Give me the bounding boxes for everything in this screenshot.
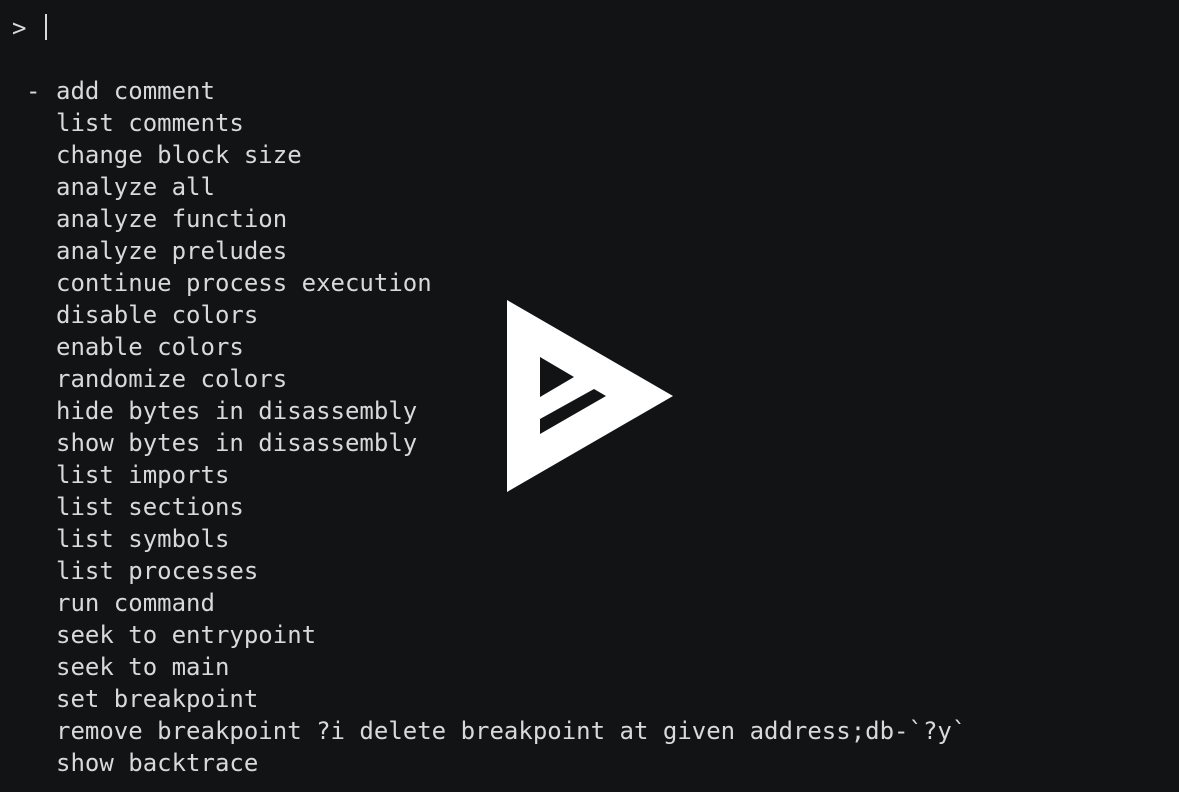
menu-item[interactable]: show backtrace bbox=[26, 747, 966, 779]
menu-item[interactable]: - add comment bbox=[26, 75, 966, 107]
menu-item[interactable]: analyze preludes bbox=[26, 235, 966, 267]
selection-marker bbox=[26, 619, 56, 651]
menu-item-label: set breakpoint bbox=[56, 685, 259, 713]
selection-marker bbox=[26, 139, 56, 171]
selection-marker bbox=[26, 299, 56, 331]
command-menu: - add comment list comments change block si… bbox=[26, 75, 966, 779]
menu-item[interactable]: seek to entrypoint bbox=[26, 619, 966, 651]
selection-marker bbox=[26, 331, 56, 363]
selection-marker bbox=[26, 427, 56, 459]
prompt-line[interactable]: > bbox=[12, 12, 47, 44]
text-cursor bbox=[44, 14, 47, 40]
menu-item-label: list processes bbox=[56, 557, 259, 585]
menu-item[interactable]: analyze all bbox=[26, 171, 966, 203]
menu-item[interactable]: show bytes in disassembly bbox=[26, 427, 966, 459]
selection-marker bbox=[26, 107, 56, 139]
menu-item[interactable]: hide bytes in disassembly bbox=[26, 395, 966, 427]
menu-item[interactable]: run command bbox=[26, 587, 966, 619]
menu-item[interactable]: set breakpoint bbox=[26, 683, 966, 715]
terminal-screen[interactable]: > - add comment list comments change block … bbox=[0, 0, 1179, 792]
selection-marker bbox=[26, 651, 56, 683]
menu-item-label: analyze all bbox=[56, 173, 215, 201]
menu-item-label: randomize colors bbox=[56, 365, 288, 393]
menu-item-label: run command bbox=[56, 589, 215, 617]
menu-item[interactable]: list imports bbox=[26, 459, 966, 491]
menu-item[interactable]: list processes bbox=[26, 555, 966, 587]
selection-marker bbox=[26, 523, 56, 555]
selection-marker bbox=[26, 235, 56, 267]
selection-marker bbox=[26, 491, 56, 523]
menu-item-label: show bytes in disassembly bbox=[56, 429, 418, 457]
selection-marker bbox=[26, 203, 56, 235]
menu-item[interactable]: enable colors bbox=[26, 331, 966, 363]
selection-marker bbox=[26, 459, 56, 491]
menu-item[interactable]: disable colors bbox=[26, 299, 966, 331]
menu-item-label: change block size bbox=[56, 141, 302, 169]
play-button[interactable] bbox=[506, 299, 674, 493]
menu-item-label: hide bytes in disassembly bbox=[56, 397, 418, 425]
menu-item[interactable]: remove breakpoint ?i delete breakpoint a… bbox=[26, 715, 966, 747]
menu-item-label: analyze preludes bbox=[56, 237, 288, 265]
selection-marker bbox=[26, 395, 56, 427]
menu-item-label: add comment bbox=[56, 77, 215, 105]
menu-item[interactable]: randomize colors bbox=[26, 363, 966, 395]
selection-marker bbox=[26, 267, 56, 299]
selection-marker bbox=[26, 715, 56, 747]
menu-item[interactable]: continue process execution bbox=[26, 267, 966, 299]
selection-marker bbox=[26, 171, 56, 203]
menu-item-label: enable colors bbox=[56, 333, 244, 361]
menu-item-label: show backtrace bbox=[56, 749, 259, 777]
menu-item-label: list comments bbox=[56, 109, 244, 137]
menu-item-label: seek to main bbox=[56, 653, 230, 681]
menu-item[interactable]: list sections bbox=[26, 491, 966, 523]
menu-item-label: disable colors bbox=[56, 301, 259, 329]
selection-marker bbox=[26, 363, 56, 395]
prompt-symbol: > bbox=[12, 14, 27, 42]
menu-item[interactable]: analyze function bbox=[26, 203, 966, 235]
selection-marker bbox=[26, 683, 56, 715]
menu-item-label: continue process execution bbox=[56, 269, 432, 297]
menu-item-label: analyze function bbox=[56, 205, 288, 233]
selection-marker bbox=[26, 747, 56, 779]
menu-item[interactable]: seek to main bbox=[26, 651, 966, 683]
asciinema-play-icon bbox=[507, 300, 673, 492]
selection-marker bbox=[26, 587, 56, 619]
menu-item-label: list sections bbox=[56, 493, 244, 521]
menu-item[interactable]: list symbols bbox=[26, 523, 966, 555]
menu-item[interactable]: list comments bbox=[26, 107, 966, 139]
selection-marker bbox=[26, 555, 56, 587]
menu-item-label: remove breakpoint ?i delete breakpoint a… bbox=[56, 717, 967, 745]
menu-item[interactable]: change block size bbox=[26, 139, 966, 171]
menu-item-label: list imports bbox=[56, 461, 230, 489]
selection-marker: - bbox=[26, 77, 41, 105]
menu-item-label: seek to entrypoint bbox=[56, 621, 317, 649]
menu-item-label: list symbols bbox=[56, 525, 230, 553]
